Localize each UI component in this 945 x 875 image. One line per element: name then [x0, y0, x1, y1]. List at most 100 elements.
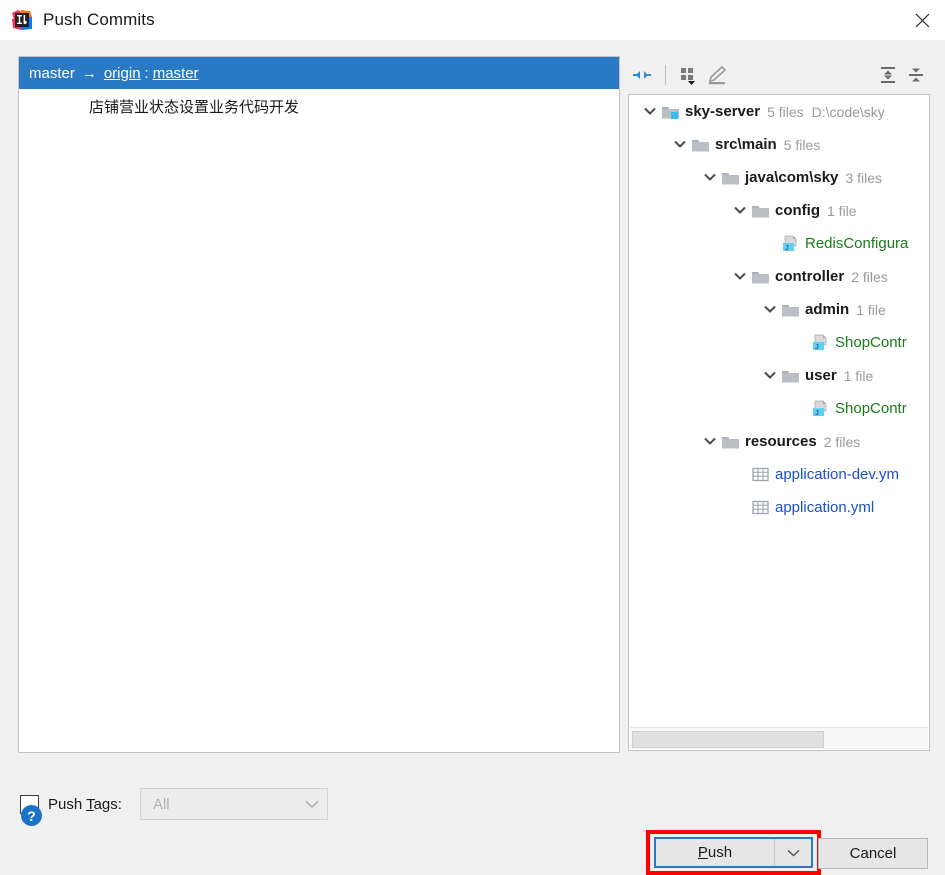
expand-all-icon[interactable] — [874, 62, 902, 88]
folder-icon — [721, 434, 740, 450]
module-folder-icon — [661, 104, 680, 120]
commit-list-panel: master → origin : master 店铺营业状态设置业务代码开发 — [18, 56, 620, 753]
tree-folder-row[interactable]: resources 2 files — [629, 425, 929, 458]
chevron-down-icon[interactable] — [729, 272, 751, 281]
push-tags-select-value: All — [141, 796, 297, 813]
tree-file-row[interactable]: application.yml — [629, 491, 929, 524]
push-tags-label: Push Tags: — [48, 796, 122, 813]
edit-source-icon[interactable] — [703, 62, 731, 88]
tree-folder-row[interactable]: src\main 5 files — [629, 128, 929, 161]
tree-file-count: 2 files — [851, 269, 888, 285]
tree-file-count: 5 files — [767, 104, 804, 120]
branch-target-link[interactable]: master — [153, 65, 199, 82]
tree-module-path: D:\code\sky — [812, 104, 885, 120]
java-file-icon: J — [811, 400, 830, 417]
chevron-down-icon[interactable] — [699, 173, 721, 182]
push-tags-select[interactable]: All — [140, 788, 328, 820]
tree-file-label: ShopContr — [835, 334, 907, 351]
tree-folder-label: sky-server — [685, 103, 760, 120]
chevron-down-icon[interactable] — [729, 206, 751, 215]
close-icon[interactable] — [899, 0, 945, 40]
tree-folder-label: user — [805, 367, 837, 384]
collapse-all-icon[interactable] — [902, 62, 930, 88]
push-tags-row: Push Tags: All — [20, 788, 328, 820]
branch-source-label: master — [29, 65, 75, 82]
tree-file-label: ShopContr — [835, 400, 907, 417]
group-by-icon[interactable] — [675, 62, 703, 88]
tree-file-count: 3 files — [845, 170, 882, 186]
help-button[interactable]: ? — [21, 805, 42, 826]
tree-folder-row[interactable]: config 1 file — [629, 194, 929, 227]
tree-folder-label: admin — [805, 301, 849, 318]
tree-file-count: 2 files — [824, 434, 861, 450]
folder-icon — [691, 137, 710, 153]
tree-folder-label: src\main — [715, 136, 777, 153]
chevron-down-icon[interactable] — [699, 437, 721, 446]
cancel-button[interactable]: Cancel — [818, 838, 928, 869]
java-file-icon: J — [781, 235, 800, 252]
push-dropdown-button[interactable] — [774, 839, 811, 866]
file-tree-section: sky-server 5 files D:\code\sky src\main 5 fi… — [628, 56, 930, 751]
push-label-suffix: ush — [708, 844, 732, 861]
tree-file-label: application.yml — [775, 499, 874, 516]
commit-list-item[interactable]: 店铺营业状态设置业务代码开发 — [19, 89, 619, 123]
push-button[interactable]: Push — [656, 839, 774, 866]
chevron-down-icon[interactable] — [759, 371, 781, 380]
folder-icon — [751, 203, 770, 219]
folder-icon — [721, 170, 740, 186]
folder-icon — [751, 269, 770, 285]
file-tree-toolbar — [628, 56, 930, 94]
branch-header-row[interactable]: master → origin : master — [19, 57, 619, 89]
push-split-button: Push — [654, 837, 813, 868]
svg-text:J: J — [815, 410, 819, 417]
tree-file-row[interactable]: J RedisConfigura — [629, 227, 929, 260]
push-tags-label-suffix: ags: — [94, 796, 122, 813]
chevron-down-icon[interactable] — [759, 305, 781, 314]
branch-remote-link[interactable]: origin — [104, 65, 141, 82]
tree-file-count: 1 file — [856, 302, 886, 318]
chevron-down-icon[interactable] — [639, 107, 661, 116]
tree-folder-label: resources — [745, 433, 817, 450]
tree-folder-label: controller — [775, 268, 844, 285]
push-tags-label-prefix: Push — [48, 796, 86, 813]
java-file-icon: J — [811, 334, 830, 351]
window-title: Push Commits — [43, 10, 155, 30]
svg-text:J: J — [785, 245, 789, 252]
tree-file-row[interactable]: application-dev.ym — [629, 458, 929, 491]
commit-message: 店铺营业状态设置业务代码开发 — [89, 96, 299, 117]
tree-file-row[interactable]: J ShopContr — [629, 392, 929, 425]
tree-file-count: 5 files — [784, 137, 821, 153]
file-tree-rows: sky-server 5 files D:\code\sky src\main 5 fi… — [629, 95, 929, 726]
dialog-content: master → origin : master 店铺营业状态设置业务代码开发 — [0, 40, 945, 841]
scrollbar-thumb[interactable] — [632, 731, 824, 748]
tree-file-label: application-dev.ym — [775, 466, 899, 483]
yaml-file-icon — [751, 499, 770, 516]
branch-separator: : — [145, 65, 149, 82]
push-tags-label-accel: T — [86, 796, 94, 813]
folder-icon — [781, 302, 800, 318]
branch-arrow-icon: → — [82, 65, 97, 82]
file-tree-horizontal-scrollbar[interactable] — [630, 727, 928, 749]
chevron-down-icon — [297, 800, 327, 809]
tree-folder-row[interactable]: user 1 file — [629, 359, 929, 392]
tree-file-row[interactable]: J ShopContr — [629, 326, 929, 359]
svg-text:J: J — [815, 344, 819, 351]
file-tree-panel: sky-server 5 files D:\code\sky src\main 5 fi… — [628, 94, 930, 751]
tree-folder-row[interactable]: admin 1 file — [629, 293, 929, 326]
toolbar-separator — [665, 65, 666, 85]
intellij-idea-icon — [11, 9, 33, 31]
folder-icon — [781, 368, 800, 384]
collapse-changes-icon[interactable] — [628, 62, 656, 88]
tree-folder-label: java\com\sky — [745, 169, 838, 186]
tree-folder-row[interactable]: java\com\sky 3 files — [629, 161, 929, 194]
yaml-file-icon — [751, 466, 770, 483]
tree-file-label: RedisConfigura — [805, 235, 908, 252]
tree-file-count: 1 file — [827, 203, 857, 219]
tree-folder-label: config — [775, 202, 820, 219]
window-titlebar: Push Commits — [0, 0, 945, 40]
chevron-down-icon[interactable] — [669, 140, 691, 149]
push-label-accel: P — [698, 844, 708, 861]
tree-folder-row[interactable]: sky-server 5 files D:\code\sky — [629, 95, 929, 128]
tree-file-count: 1 file — [844, 368, 874, 384]
tree-folder-row[interactable]: controller 2 files — [629, 260, 929, 293]
